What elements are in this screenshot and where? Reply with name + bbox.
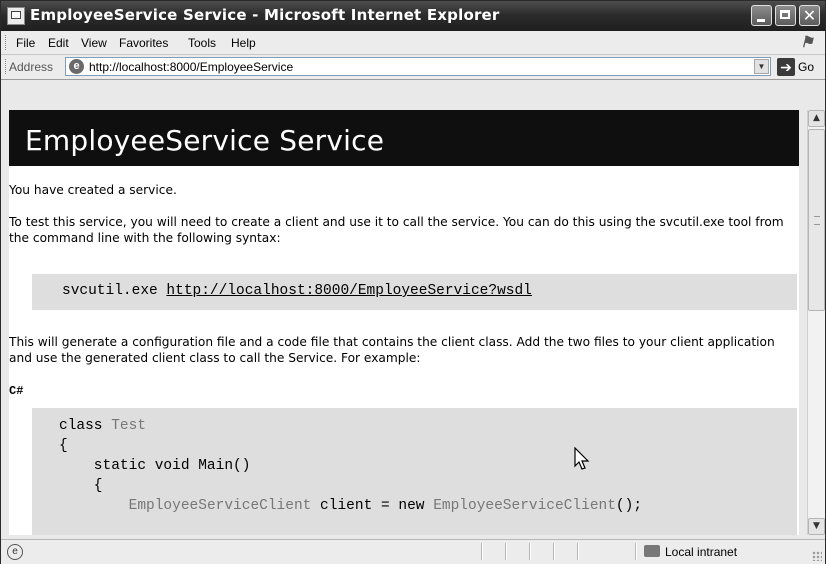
intranet-zone-icon [644,545,660,557]
status-divider [481,543,483,560]
security-zone: Local intranet [665,545,738,559]
test-instructions: To test this service, you will need to c… [9,215,784,245]
menu-help[interactable]: Help [231,36,256,50]
minimize-button[interactable] [751,5,772,26]
menu-bar: File Edit View Favorites Tools Help ⚑ [1,31,825,55]
go-label: Go [798,60,815,74]
page-header: EmployeeService Service [9,110,799,166]
page-title: EmployeeService Service [25,124,385,157]
code-line: static void Main() [59,458,251,474]
command-block: svcutil.exe http://localhost:8000/Employ… [32,274,797,310]
internet-explorer-icon [7,7,25,25]
page-icon: e [69,59,84,74]
browser-window: EmployeeService Service - Microsoft Inte… [0,0,826,564]
address-dropdown-icon[interactable]: ▼ [754,59,769,74]
status-divider [553,543,555,560]
code-line: { [59,438,68,454]
address-input[interactable]: e http://localhost:8000/EmployeeService … [65,57,771,76]
scrollbar-thumb[interactable] [808,129,825,311]
window-title: EmployeeService Service - Microsoft Inte… [30,6,500,24]
close-button[interactable]: ✕ [799,5,820,26]
go-arrow-icon: ➔ [777,58,795,76]
toolbar-grip[interactable] [5,59,8,74]
go-button[interactable]: ➔ Go [777,58,823,76]
command-tool: svcutil.exe [62,283,167,299]
status-bar: e Local intranet [1,539,825,564]
scroll-down-icon[interactable]: ▼ [808,518,825,535]
page-status-icon: e [7,544,23,560]
address-url[interactable]: http://localhost:8000/EmployeeService [89,60,293,74]
title-bar[interactable]: EmployeeService Service - Microsoft Inte… [1,1,825,31]
menu-favorites[interactable]: Favorites [119,36,168,50]
menu-view[interactable]: View [81,36,107,50]
close-icon: ✕ [802,6,817,25]
intro-text: You have created a service. [9,183,177,197]
code-line: { [59,478,103,494]
address-label: Address [9,60,54,74]
status-divider [577,543,579,560]
menu-file[interactable]: File [16,36,35,50]
resize-grip-icon[interactable] [812,551,822,561]
wsdl-link[interactable]: http://localhost:8000/EmployeeService?ws… [166,283,531,299]
status-divider [529,543,531,560]
code-line: EmployeeServiceClient client = new Emplo… [128,498,643,514]
code-sample: class Test { static void Main() { Employ… [32,408,797,535]
command-line: svcutil.exe http://localhost:8000/Employ… [62,283,532,299]
windows-logo-icon: ⚑ [800,34,814,51]
status-divider [505,543,507,560]
language-label: C# [9,384,24,398]
mouse-cursor-icon [574,447,590,470]
menu-tools[interactable]: Tools [188,36,216,50]
code-line: class Test [59,418,147,434]
address-bar: Address e http://localhost:8000/Employee… [1,55,825,80]
generate-instructions: This will generate a configuration file … [9,335,775,365]
vertical-scrollbar[interactable]: ▲ ▼ [807,110,825,535]
menu-edit[interactable]: Edit [48,36,69,50]
page-viewport[interactable]: EmployeeService Service You have created… [9,110,799,535]
scroll-up-icon[interactable]: ▲ [808,110,825,127]
toolbar-grip[interactable] [5,35,8,50]
maximize-button[interactable] [775,5,796,26]
status-divider [635,543,637,560]
